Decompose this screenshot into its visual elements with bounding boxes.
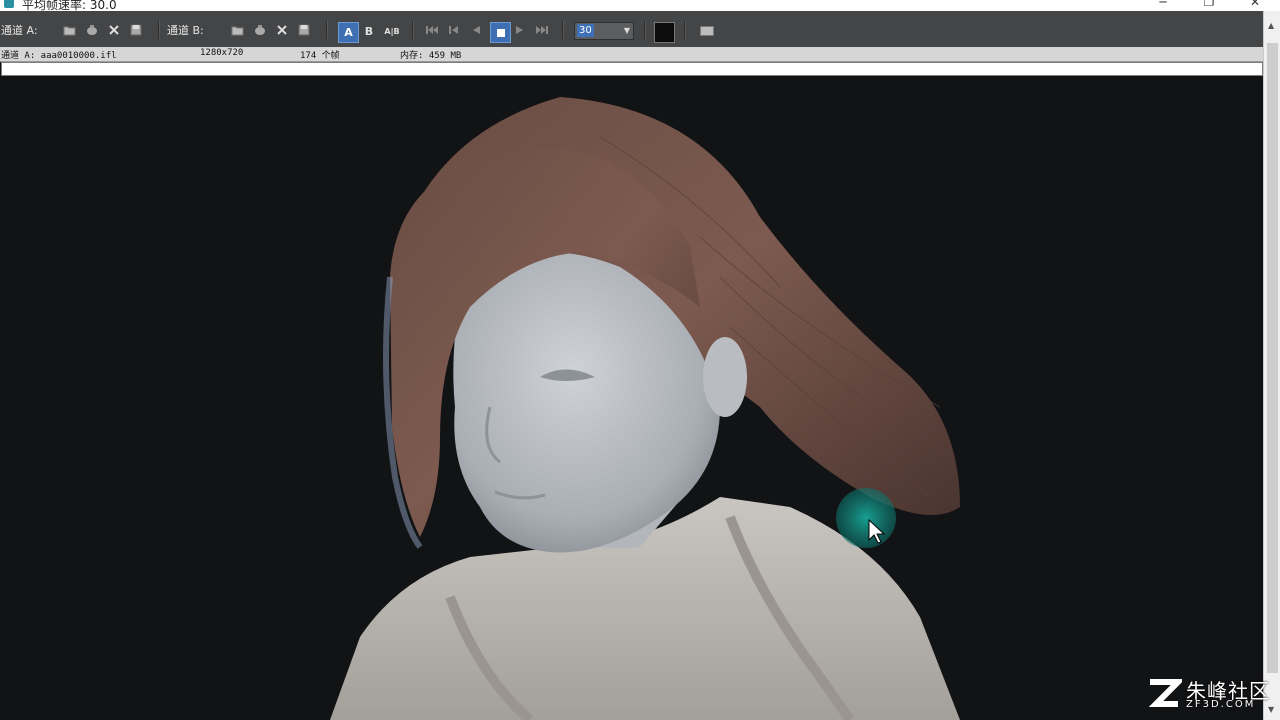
channel-b-label: 通道 B:	[167, 24, 204, 37]
title-bar: 平均帧速率: 30.0 ─ ❐ ✕	[0, 0, 1280, 11]
display-icon	[700, 26, 714, 36]
channel-a-label: 通道 A:	[1, 24, 38, 37]
goto-end-button[interactable]	[534, 23, 550, 37]
play-forward-icon	[516, 26, 523, 34]
chevron-down-icon: ▼	[623, 26, 630, 35]
frame-rate-dropdown[interactable]: 30 ▼	[574, 22, 634, 40]
scroll-up-icon[interactable]: ▲	[1268, 21, 1274, 30]
play-forward-button[interactable]	[512, 23, 528, 37]
open-folder-icon	[231, 26, 244, 36]
close-icon	[109, 25, 119, 35]
memory-info: 内存: 459 MB	[400, 51, 462, 61]
open-folder-icon	[63, 26, 76, 36]
vertical-scrollbar[interactable]: ▲ ▼	[1263, 11, 1280, 720]
save-icon	[130, 24, 142, 36]
toolbar-separator	[326, 21, 328, 39]
toolbar-separator	[158, 21, 160, 39]
toolbar-separator	[684, 21, 686, 39]
app-icon	[4, 0, 14, 8]
background-color-swatch[interactable]	[654, 22, 675, 43]
close-channel-a-button[interactable]	[106, 23, 122, 37]
rendered-frame	[330, 97, 960, 720]
goto-end-icon	[536, 26, 548, 34]
channel-info: 通道 A: aaa0010000.ifl	[1, 51, 117, 61]
split-ab-button[interactable]: A|B	[382, 23, 402, 40]
scrollbar-thumb[interactable]	[1267, 43, 1278, 673]
watermark-url: ZF3D.COM	[1186, 699, 1256, 710]
prev-frame-button[interactable]	[446, 23, 462, 37]
zf-logo-icon	[1148, 679, 1182, 707]
ram-player-toolbar: 通道 A: 通道 B: A B A|B 30 ▼	[0, 11, 1263, 48]
close-channel-b-button[interactable]	[274, 23, 290, 37]
frame-slider[interactable]	[1, 62, 1263, 76]
resolution-info: 1280x720	[200, 48, 244, 58]
toolbar-separator	[562, 21, 564, 39]
frame-rate-value: 30	[577, 24, 594, 37]
goto-start-icon	[426, 26, 438, 34]
save-channel-b-button[interactable]	[296, 23, 312, 37]
watermark: 朱峰社区 ZF3D.COM	[1146, 676, 1274, 716]
open-channel-a-button[interactable]	[62, 23, 78, 37]
channel-a-toggle-button[interactable]: A	[338, 22, 359, 43]
play-backward-button[interactable]	[468, 23, 484, 37]
toolbar-separator	[412, 21, 414, 39]
teapot-icon	[87, 25, 97, 35]
save-channel-a-button[interactable]	[128, 23, 144, 37]
window-title: 平均帧速率: 30.0	[22, 0, 117, 11]
close-window-button[interactable]: ✕	[1232, 0, 1278, 11]
teapot-icon	[255, 25, 265, 35]
minimize-button[interactable]: ─	[1140, 0, 1186, 11]
stop-icon	[496, 28, 505, 37]
open-last-render-a-button[interactable]	[84, 23, 100, 37]
open-channel-b-button[interactable]	[230, 23, 246, 37]
save-icon	[298, 24, 310, 36]
open-last-render-b-button[interactable]	[252, 23, 268, 37]
brush-cursor-circle	[836, 488, 896, 548]
double-buffer-button[interactable]	[698, 23, 714, 39]
close-icon	[277, 25, 287, 35]
frame-count-info: 174 个帧	[300, 51, 340, 61]
stop-button[interactable]	[490, 22, 511, 43]
play-backward-icon	[473, 26, 480, 34]
toolbar-separator	[644, 21, 646, 39]
prev-frame-icon	[449, 26, 458, 34]
render-view[interactable]	[0, 77, 1261, 720]
channel-b-toggle-button[interactable]: B	[362, 23, 376, 40]
restore-button[interactable]: ❐	[1186, 0, 1232, 11]
goto-start-button[interactable]	[424, 23, 440, 37]
info-bar: 通道 A: aaa0010000.ifl 1280x720 174 个帧 内存:…	[0, 47, 1263, 62]
